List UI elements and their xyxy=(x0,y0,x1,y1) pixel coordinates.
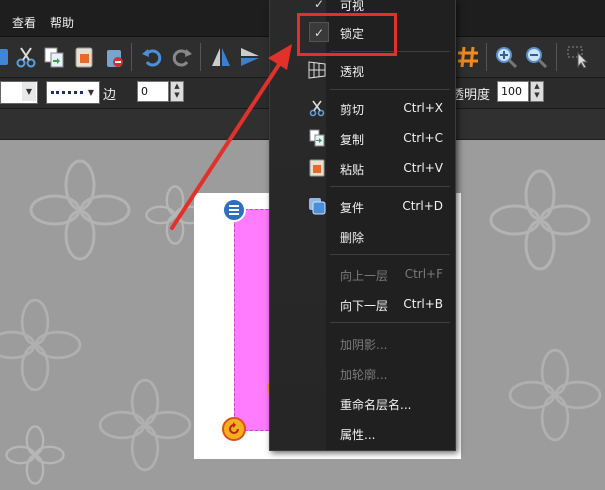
stepper-arrows[interactable]: ▲ ▼ xyxy=(530,81,544,102)
undo-icon[interactable] xyxy=(140,45,164,69)
menu-divider xyxy=(330,89,450,90)
checkmark-icon: ✓ xyxy=(313,0,325,11)
menu-item-properties[interactable]: 属性... xyxy=(270,419,455,447)
copy-icon xyxy=(309,129,325,147)
clear-icon[interactable] xyxy=(102,45,126,69)
flower-pattern-icon xyxy=(489,169,591,271)
dotted-line-preview xyxy=(51,91,83,94)
layer-menu-handle-icon[interactable] xyxy=(222,198,246,222)
menu-item-add-outline: 加轮廓... xyxy=(270,359,455,387)
menu-divider xyxy=(330,322,450,323)
select-tool-icon[interactable] xyxy=(566,45,590,69)
rotate-handle-icon[interactable] xyxy=(222,417,246,441)
chevron-down-icon[interactable]: ▼ xyxy=(22,82,36,101)
down-arrow-icon[interactable]: ▼ xyxy=(171,91,183,100)
flower-pattern-icon xyxy=(508,348,602,442)
stepper-arrows[interactable]: ▲ ▼ xyxy=(170,81,184,102)
menu-item-perspective[interactable]: 透视 xyxy=(270,56,455,84)
menu-item-delete[interactable]: 删除 xyxy=(270,222,455,250)
opacity-label: 透明度 xyxy=(451,88,491,103)
paste-icon[interactable] xyxy=(72,45,96,69)
menu-item-label: 向下一层 xyxy=(340,299,389,313)
toolbar-separator xyxy=(131,43,132,71)
zoom-in-icon[interactable] xyxy=(494,45,518,69)
menu-item-label: 属性... xyxy=(340,428,376,442)
menu-view[interactable]: 查看 xyxy=(12,14,36,31)
menu-item-label: 剪切 xyxy=(340,103,365,117)
menu-item-duplicate[interactable]: 复件 Ctrl+D xyxy=(270,192,455,220)
flower-pattern-icon xyxy=(5,425,65,485)
menu-item-label: 删除 xyxy=(340,231,365,245)
line-style-select[interactable]: ▼ xyxy=(46,81,100,104)
opacity-stepper[interactable]: 100 ▲ ▼ xyxy=(497,81,547,102)
paste-icon xyxy=(309,159,325,177)
scissors-icon xyxy=(309,100,325,117)
menu-item-shortcut: Ctrl+F xyxy=(404,267,443,281)
redo-icon[interactable] xyxy=(170,45,194,69)
copy-icon[interactable] xyxy=(42,45,66,69)
menu-item-label: 可视 xyxy=(340,0,365,13)
flower-pattern-icon xyxy=(98,378,192,472)
chevron-down-icon: ▼ xyxy=(87,88,95,97)
menu-item-label: 加阴影... xyxy=(340,338,388,352)
tool-partial-icon[interactable] xyxy=(0,45,12,69)
flower-pattern-icon xyxy=(29,159,131,261)
border-label: 边 xyxy=(103,88,117,103)
flower-pattern-icon xyxy=(0,298,82,392)
flip-vertical-icon[interactable] xyxy=(209,45,233,69)
menu-item-add-shadow: 加阴影... xyxy=(270,329,455,357)
grid-hash-icon[interactable] xyxy=(456,45,480,69)
flip-horizontal-icon[interactable] xyxy=(238,45,262,69)
up-arrow-icon[interactable]: ▲ xyxy=(171,82,183,91)
menu-help[interactable]: 帮助 xyxy=(50,14,74,31)
toolbar-separator xyxy=(200,43,201,71)
toolbar-separator xyxy=(486,43,487,71)
menu-item-shortcut: Ctrl+B xyxy=(403,297,443,311)
down-arrow-icon[interactable]: ▼ xyxy=(531,91,543,100)
menu-item-label: 复件 xyxy=(340,201,365,215)
menu-divider xyxy=(330,254,450,255)
up-arrow-icon[interactable]: ▲ xyxy=(531,82,543,91)
pink-rectangle-layer[interactable] xyxy=(234,209,274,431)
menu-item-shortcut: Ctrl+C xyxy=(403,131,443,145)
menu-item-bring-forward: 向上一层 Ctrl+F xyxy=(270,260,455,288)
border-value[interactable]: 0 xyxy=(137,81,169,102)
toolbar-separator xyxy=(556,43,557,71)
highlight-box xyxy=(297,13,397,56)
menu-item-rename-layer[interactable]: 重命名层名... xyxy=(270,389,455,417)
menu-item-send-backward[interactable]: 向下一层 Ctrl+B xyxy=(270,290,455,318)
duplicate-icon xyxy=(309,198,326,215)
menu-item-copy[interactable]: 复制 Ctrl+C xyxy=(270,124,455,152)
zoom-out-icon[interactable] xyxy=(524,45,548,69)
menu-item-label: 向上一层 xyxy=(340,269,389,283)
menu-divider xyxy=(330,186,450,187)
menu-item-label: 加轮廓... xyxy=(340,368,388,382)
layer-context-menu: ✓ 可视 ✓ 锁定 透视 剪切 Ctrl+X 复制 Ctrl+C 粘贴 Ctrl… xyxy=(269,0,456,451)
menu-item-shortcut: Ctrl+V xyxy=(403,161,443,175)
scissors-icon[interactable] xyxy=(14,45,38,69)
opacity-value[interactable]: 100 xyxy=(497,81,529,102)
menu-item-shortcut: Ctrl+X xyxy=(403,101,443,115)
menu-item-label: 重命名层名... xyxy=(340,398,412,412)
menu-item-label: 透视 xyxy=(340,65,365,79)
menu-item-shortcut: Ctrl+D xyxy=(402,199,443,213)
menu-item-cut[interactable]: 剪切 Ctrl+X xyxy=(270,94,455,122)
menu-item-label: 复制 xyxy=(340,133,365,147)
border-stepper[interactable]: 0 ▲ ▼ xyxy=(137,81,187,102)
perspective-grid-icon xyxy=(308,61,326,79)
menu-item-label: 粘贴 xyxy=(340,163,365,177)
menu-item-paste[interactable]: 粘贴 Ctrl+V xyxy=(270,154,455,182)
